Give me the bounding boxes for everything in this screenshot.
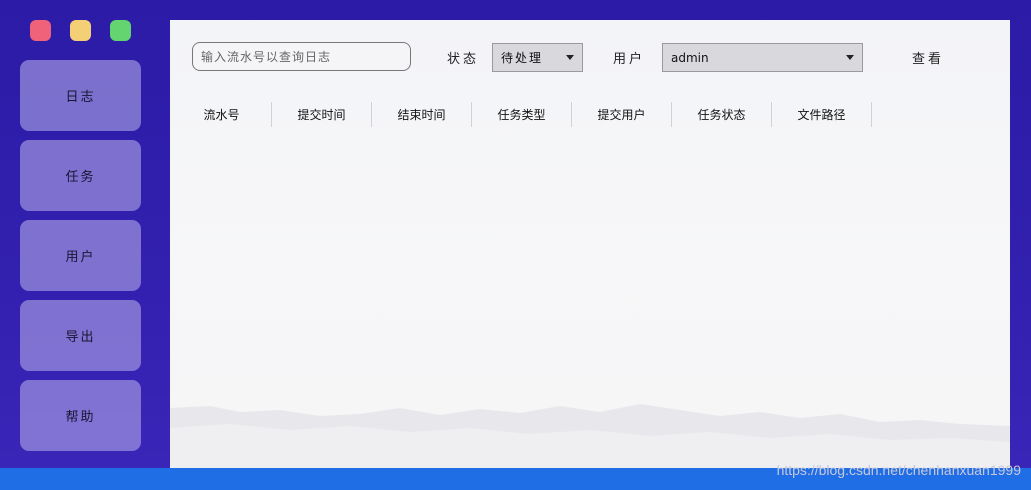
sidebar-item-export[interactable]: 导出 (20, 300, 141, 371)
mountain-background (170, 404, 1010, 468)
column-header[interactable]: 流水号 (172, 102, 272, 127)
sidebar-item-label: 导出 (65, 330, 96, 345)
status-label: 状态 (447, 52, 480, 67)
user-select[interactable]: admin (662, 43, 863, 72)
column-header[interactable]: 结束时间 (372, 102, 472, 127)
close-window-button[interactable] (30, 20, 51, 41)
sidebar-item-log[interactable]: 日志 (20, 60, 141, 131)
watermark-text: https://blog.csdn.net/chenhanxuan1999 (776, 462, 1021, 478)
sidebar-item-label: 日志 (65, 90, 96, 105)
user-select-value: admin (671, 50, 709, 65)
status-select[interactable]: 待处理 (492, 43, 583, 72)
sidebar-item-task[interactable]: 任务 (20, 140, 141, 211)
column-header[interactable]: 任务状态 (672, 102, 772, 127)
column-header[interactable]: 提交时间 (272, 102, 372, 127)
table-header: 流水号 提交时间 结束时间 任务类型 提交用户 任务状态 文件路径 (170, 102, 1010, 127)
status-select-value: 待处理 (501, 51, 544, 65)
view-button[interactable]: 查看 (912, 48, 944, 67)
user-label: 用户 (613, 52, 646, 67)
sidebar-item-label: 帮助 (65, 410, 96, 425)
minimize-window-button[interactable] (70, 20, 91, 41)
chevron-down-icon (846, 55, 854, 60)
sidebar-item-user[interactable]: 用户 (20, 220, 141, 291)
sidebar-item-label: 任务 (65, 170, 96, 185)
chevron-down-icon (566, 55, 574, 60)
column-header[interactable]: 提交用户 (572, 102, 672, 127)
sidebar-item-help[interactable]: 帮助 (20, 380, 141, 451)
maximize-window-button[interactable] (110, 20, 131, 41)
serial-search-input[interactable] (192, 42, 411, 71)
main-panel: 状态 待处理 用户 admin 查看 流水号 提交时间 结束时间 任务类型 提交… (170, 20, 1010, 468)
sidebar-item-label: 用户 (65, 250, 96, 265)
column-header[interactable]: 任务类型 (472, 102, 572, 127)
column-header[interactable]: 文件路径 (772, 102, 872, 127)
app-window: 日志 任务 用户 导出 帮助 状态 待处理 用户 admin 查看 (0, 0, 1031, 490)
